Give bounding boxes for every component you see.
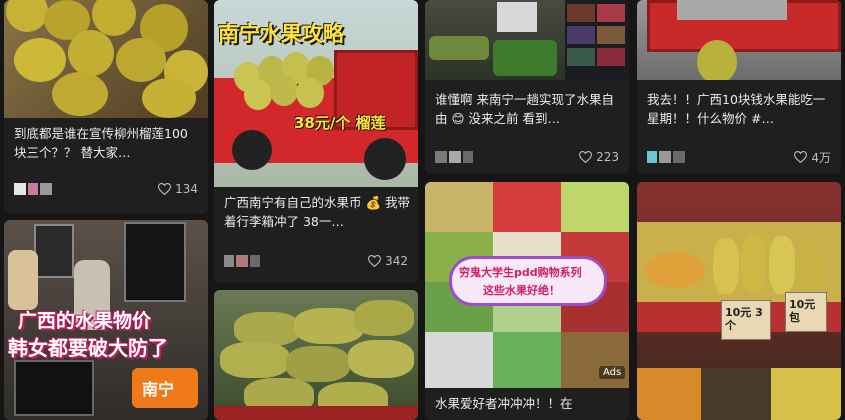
post-image (214, 290, 418, 420)
post-title: 到底都是谁在宣传柳州榴莲100块三个？？ 替大家… (14, 126, 188, 160)
feed-column-3: 谁懂啊 来南宁一趟实现了水果自由 😊 没来之前 看到… 223 穷鬼大学生pdd… (425, 0, 629, 420)
post-image (637, 0, 841, 80)
post-image: 穷鬼大学生pdd购物系列 这些水果好绝！ Ads (425, 182, 629, 388)
heart-icon (368, 255, 382, 267)
price-tag-1-text: 10元 3个 (725, 306, 763, 332)
post-image (425, 0, 629, 80)
heart-icon (794, 151, 808, 163)
heart-icon (158, 183, 172, 195)
post-title: 谁懂啊 来南宁一趟实现了水果自由 😊 没来之前 看到… (435, 92, 614, 126)
post-card-market-stall[interactable]: 10元 3个 10元 包 (637, 182, 841, 420)
post-title: 广西南宁有自己的水果币 💰 我带着行李箱冲了 38一… (224, 195, 410, 229)
post-title: 我去！！广西10块钱水果能吃一星期！！什么物价 #… (647, 92, 826, 126)
author-avatar[interactable] (14, 183, 60, 195)
location-badge: 南宁 (142, 380, 175, 399)
feed-column-1: 到底都是谁在宣传柳州榴莲100块三个？？ 替大家… 134 广西的水果物价 韩女… (4, 0, 208, 420)
ads-label: Ads (599, 366, 626, 379)
post-card-nanning-guide[interactable]: 南宁水果攻略 38元/个 榴莲 广西南宁有自己的水果币 💰 我带着行李箱冲了 3… (214, 0, 418, 283)
feed-column-4: 我去！！广西10块钱水果能吃一星期！！什么物价 #… 4万 10元 3个 10元… (637, 0, 841, 420)
author-avatar[interactable] (647, 151, 693, 163)
post-title: 水果爱好者冲冲冲！！在 (435, 396, 573, 411)
bubble-line-1: 穷鬼大学生pdd购物系列 (459, 266, 582, 279)
author-avatar[interactable] (435, 151, 481, 163)
feed-column-2: 南宁水果攻略 38元/个 榴莲 广西南宁有自己的水果币 💰 我带着行李箱冲了 3… (214, 0, 418, 420)
overlay-title: 南宁水果攻略 (218, 22, 344, 46)
post-meta: 134 (14, 180, 198, 198)
post-meta: 4万 (647, 148, 831, 166)
feed-grid: 到底都是谁在宣传柳州榴莲100块三个？？ 替大家… 134 广西的水果物价 韩女… (0, 0, 845, 420)
post-card-jackfruit[interactable] (214, 290, 418, 420)
post-card-guangxi-price[interactable]: 广西的水果物价 韩女都要破大防了 南宁 (4, 220, 208, 420)
post-image: 南宁水果攻略 38元/个 榴莲 (214, 0, 418, 187)
post-card-durian-liuzhou[interactable]: 到底都是谁在宣传柳州榴莲100块三个？？ 替大家… 134 (4, 0, 208, 214)
like-count[interactable]: 4万 (794, 149, 831, 166)
post-meta: 342 (224, 252, 408, 270)
post-meta: 223 (435, 148, 619, 166)
overlay-text-2: 韩女都要破大防了 (8, 336, 168, 360)
post-image (4, 0, 208, 118)
overlay-text-1: 广西的水果物价 (18, 310, 152, 332)
like-count[interactable]: 223 (579, 150, 619, 164)
like-count[interactable]: 342 (368, 254, 408, 268)
price-tag-2-text: 10元 包 (789, 298, 816, 324)
overlay-price: 38元/个 榴莲 (294, 114, 386, 132)
like-count[interactable]: 134 (158, 182, 198, 196)
post-card-fruit-freedom[interactable]: 谁懂啊 来南宁一趟实现了水果自由 😊 没来之前 看到… 223 (425, 0, 629, 174)
post-image: 广西的水果物价 韩女都要破大防了 南宁 (4, 220, 208, 420)
post-image: 10元 3个 10元 包 (637, 182, 841, 420)
post-card-pdd-fruit[interactable]: 穷鬼大学生pdd购物系列 这些水果好绝！ Ads 水果爱好者冲冲冲！！在 (425, 182, 629, 420)
bubble-line-2: 这些水果好绝！ (483, 284, 560, 297)
post-card-10-yuan-week[interactable]: 我去！！广西10块钱水果能吃一星期！！什么物价 #… 4万 (637, 0, 841, 174)
heart-icon (579, 151, 593, 163)
author-avatar[interactable] (224, 255, 270, 267)
